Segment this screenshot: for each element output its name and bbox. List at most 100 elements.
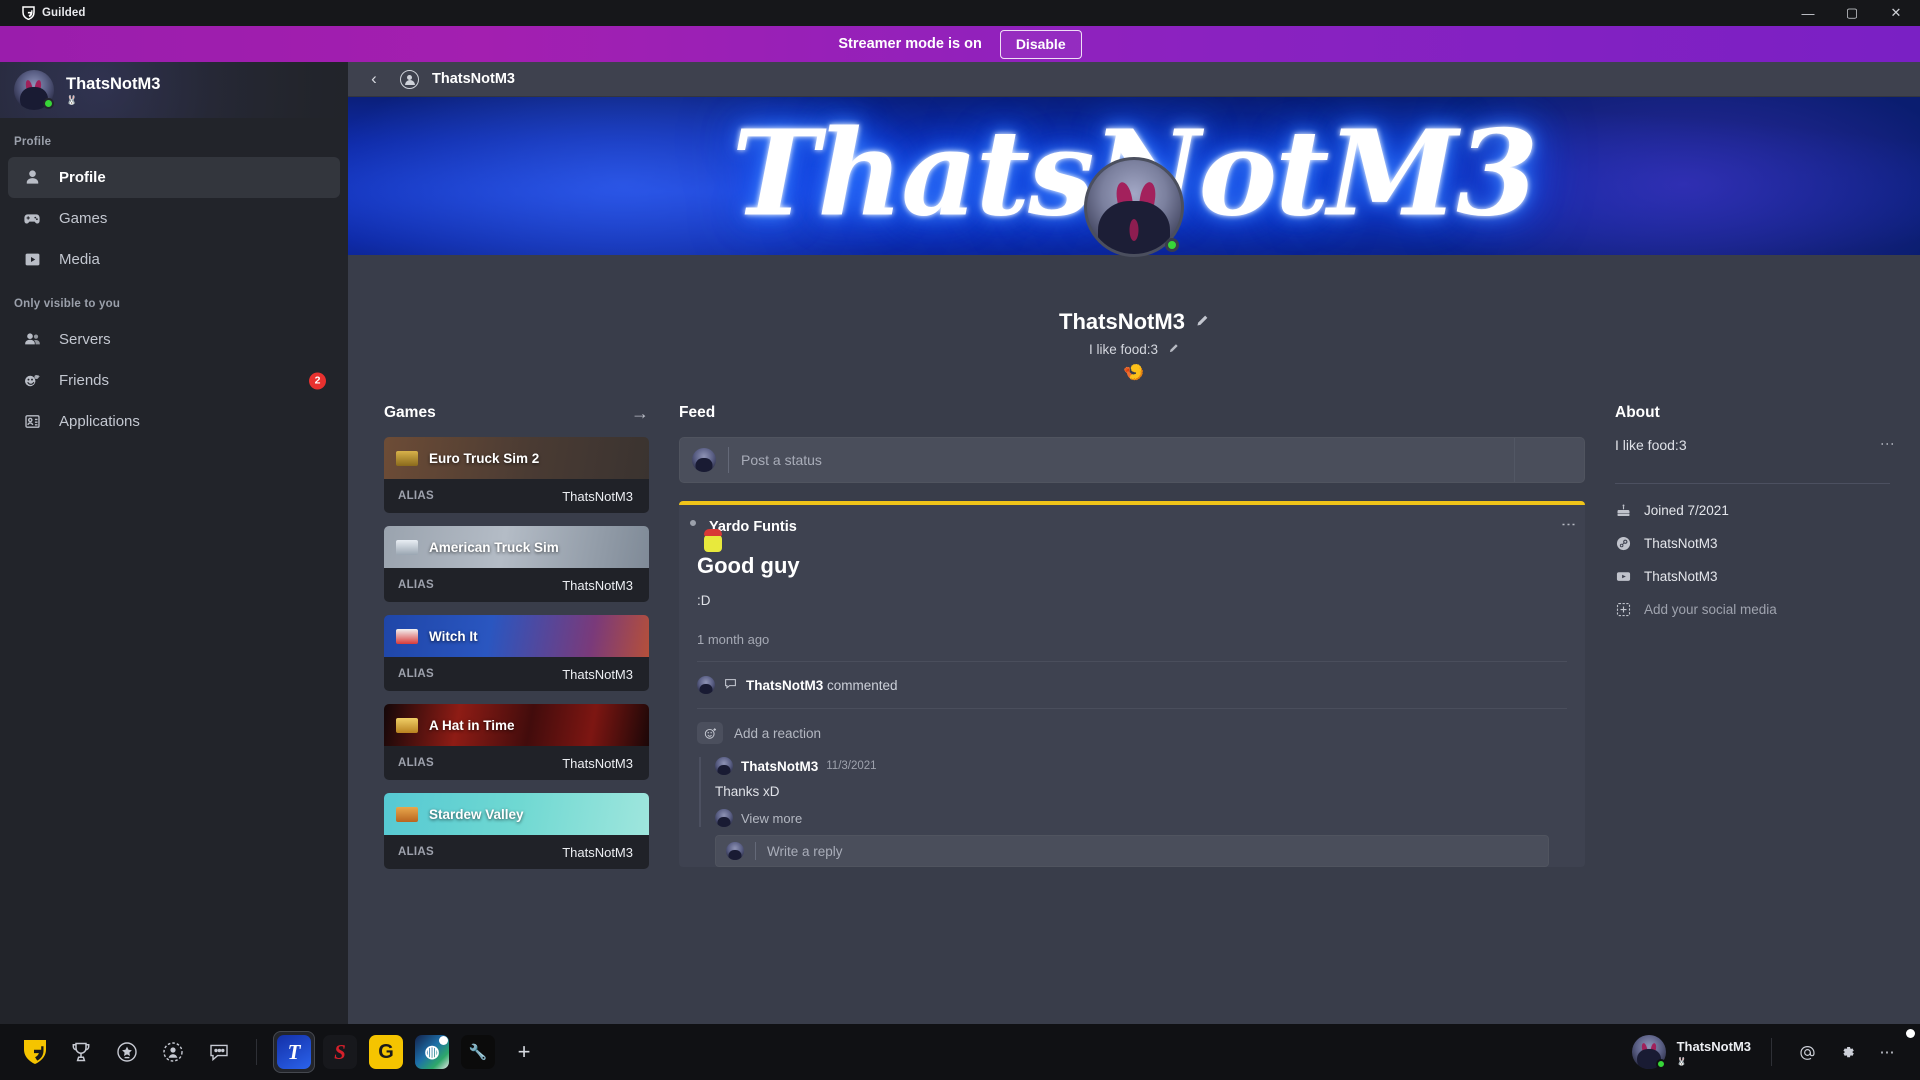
post-timestamp: 1 month ago	[697, 632, 770, 647]
about-item-youtube[interactable]: ThatsNotM3	[1615, 568, 1890, 585]
game-card[interactable]: A Hat in Time ALIAS ThatsNotM3	[384, 704, 649, 780]
taskbar-username: ThatsNotM3	[1676, 1039, 1751, 1054]
disable-streamer-mode-button[interactable]: Disable	[999, 29, 1082, 59]
avatar	[726, 842, 744, 860]
game-name: Stardew Valley	[429, 806, 524, 822]
add-reaction-label: Add a reaction	[734, 725, 822, 741]
divider	[1615, 483, 1890, 484]
about-bio-row: I like food:3 ⋮	[1615, 437, 1896, 453]
profile-identity: ThatsNotM3 I like food:3 🍤	[348, 309, 1920, 383]
streamer-mode-message: Streamer mode is on	[838, 36, 982, 52]
taskbar-user-names: ThatsNotM3 🐰	[1677, 1038, 1751, 1066]
post-status-input[interactable]: Post a status	[679, 437, 1585, 483]
app-notification-dot	[1906, 1029, 1915, 1038]
streamer-mode-banner: Streamer mode is on Disable	[0, 26, 1920, 62]
sidebar-item-games[interactable]: Games	[8, 198, 340, 239]
sidebar-item-servers[interactable]: Servers	[8, 319, 340, 360]
feed-column: Feed Post a status ⋮ Yardo Funtis Good g…	[679, 403, 1585, 883]
pencil-icon[interactable]	[1195, 314, 1209, 331]
youtube-icon	[1615, 568, 1632, 585]
taskbar-app-browser[interactable]: ◍	[411, 1031, 453, 1073]
maximize-button[interactable]: ▢	[1830, 0, 1874, 26]
chat-bubble-icon[interactable]	[198, 1031, 240, 1073]
about-item-label: Add your social media	[1644, 602, 1777, 617]
sidebar-item-label: Media	[59, 251, 100, 268]
gear-icon[interactable]	[1830, 1035, 1864, 1069]
taskbar-left-group: T S G ◍ 🔧 +	[0, 1029, 1915, 1073]
sidebar-item-media[interactable]: Media	[8, 239, 340, 280]
sidebar-avatar-wrap	[14, 70, 54, 110]
breadcrumb-title: ThatsNotM3	[432, 71, 515, 87]
about-item-add-social[interactable]: Add your social media	[1615, 601, 1890, 618]
taskbar-app-sublime[interactable]: S	[319, 1031, 361, 1073]
game-card[interactable]: Witch It ALIAS ThatsNotM3	[384, 615, 649, 691]
sidebar-item-applications[interactable]: Applications	[8, 401, 340, 442]
reply-author[interactable]: ThatsNotM3	[741, 759, 818, 774]
profile-status-dot	[1165, 238, 1179, 252]
close-button[interactable]: ✕	[1874, 0, 1918, 26]
pencil-small-icon[interactable]	[1168, 343, 1179, 357]
emoji-plus-icon[interactable]	[697, 722, 723, 744]
avatar	[692, 448, 716, 472]
profile-circle-icon[interactable]	[152, 1031, 194, 1073]
alias-label: ALIAS	[398, 490, 434, 502]
guilded-logo-icon[interactable]	[14, 1031, 56, 1073]
alias-label: ALIAS	[398, 579, 434, 591]
view-more-replies[interactable]: View more	[715, 809, 1567, 827]
friends-badge-count: 2	[309, 372, 326, 389]
view-more-label: View more	[741, 810, 803, 826]
post-more-options-icon[interactable]: ⋮	[1560, 517, 1577, 532]
taskbar-divider	[256, 1039, 257, 1065]
game-card[interactable]: American Truck Sim ALIAS ThatsNotM3	[384, 526, 649, 602]
about-item-steam[interactable]: ThatsNotM3	[1615, 535, 1890, 552]
trophy-icon[interactable]	[60, 1031, 102, 1073]
post-status-placeholder: Post a status	[741, 452, 822, 468]
taskbar-right-group: ThatsNotM3 🐰 ⋯	[1631, 1035, 1920, 1069]
minimize-button[interactable]: —	[1786, 0, 1830, 26]
avatar	[1631, 1035, 1666, 1069]
sidebar-item-profile[interactable]: Profile	[8, 157, 340, 198]
write-reply-input[interactable]: Write a reply	[715, 835, 1549, 867]
steam-icon	[1615, 535, 1632, 552]
taskbar-app-tool[interactable]: 🔧	[457, 1031, 499, 1073]
sidebar-item-label: Games	[59, 210, 108, 227]
star-badge-icon[interactable]	[106, 1031, 148, 1073]
about-item-label: ThatsNotM3	[1644, 536, 1718, 551]
sidebar-item-label: Servers	[59, 331, 111, 348]
arrow-right-icon[interactable]: →	[631, 403, 649, 424]
more-horizontal-icon[interactable]: ⋯	[1870, 1035, 1904, 1069]
taskbar-app-guilded[interactable]: G	[365, 1029, 1915, 1073]
post-status-actions[interactable]	[1514, 438, 1584, 482]
person-icon	[21, 167, 43, 189]
status-dot	[1655, 1059, 1666, 1069]
play-box-icon	[21, 249, 43, 271]
teams-app-icon: T	[277, 1035, 311, 1069]
left-sidebar: ThatsNotM3 🐰 Profile Profile Games Media…	[0, 62, 348, 1024]
profile-avatar[interactable]	[1084, 157, 1184, 257]
game-card[interactable]: Euro Truck Sim 2 ALIAS ThatsNotM3	[384, 437, 649, 513]
game-alias-row: ALIAS ThatsNotM3	[384, 479, 649, 513]
post-author-name[interactable]: Yardo Funtis	[709, 519, 797, 535]
about-more-options-icon[interactable]: ⋮	[1880, 437, 1896, 451]
game-banner: A Hat in Time	[384, 704, 649, 746]
taskbar-add-app-button[interactable]: +	[503, 1031, 545, 1073]
game-icon	[396, 539, 418, 555]
sidebar-user-header[interactable]: ThatsNotM3 🐰	[0, 62, 348, 118]
game-card[interactable]: Stardew Valley ALIAS ThatsNotM3	[384, 793, 649, 869]
id-card-icon	[21, 411, 43, 433]
reply-date: 11/3/2021	[826, 760, 877, 772]
reply-body: Thanks xD	[715, 784, 780, 799]
about-bio: I like food:3	[1615, 437, 1687, 453]
taskbar-divider	[1771, 1038, 1772, 1066]
friends-icon	[21, 370, 43, 392]
sidebar-item-friends[interactable]: Friends 2	[8, 360, 340, 401]
taskbar-app-teams[interactable]: T	[273, 1031, 315, 1073]
sidebar-user-emoji: 🐰	[66, 95, 78, 105]
post-comment-summary[interactable]: ThatsNotM3 commented	[697, 662, 1567, 708]
sidebar-username: ThatsNotM3	[66, 75, 161, 93]
taskbar-user[interactable]: ThatsNotM3 🐰	[1631, 1035, 1751, 1069]
chevron-left-icon[interactable]: ‹	[364, 69, 384, 89]
mentions-icon[interactable]	[1790, 1035, 1824, 1069]
sidebar-item-label: Applications	[59, 413, 140, 430]
add-reaction-row[interactable]: Add a reaction	[697, 709, 1567, 757]
